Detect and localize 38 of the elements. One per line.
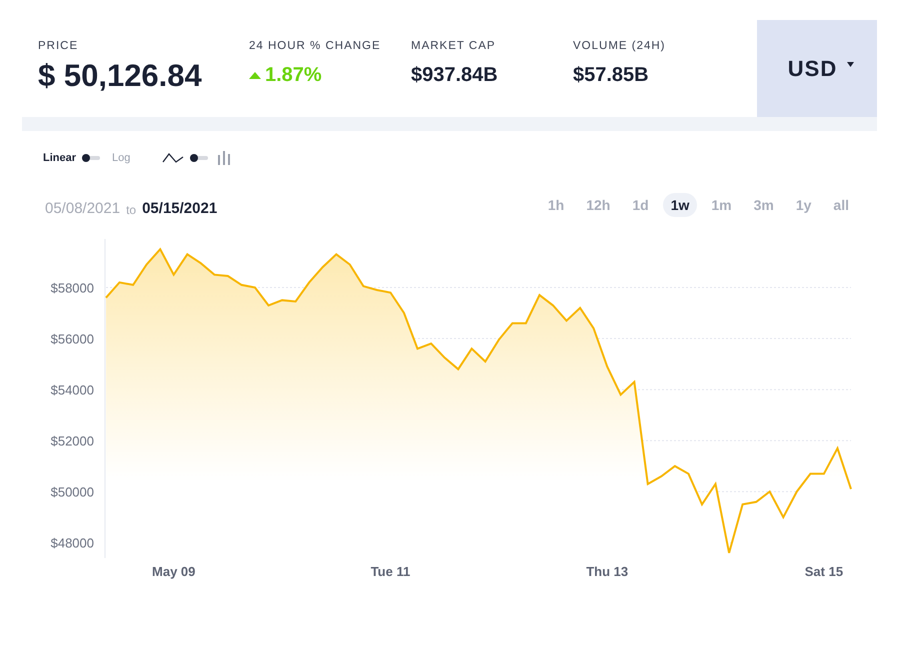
chart-type-toggle[interactable] bbox=[190, 156, 208, 160]
y-axis-label: $58000 bbox=[50, 280, 94, 296]
range-tab[interactable]: 1h bbox=[540, 193, 572, 217]
up-triangle-icon bbox=[249, 72, 261, 79]
y-axis-label: $54000 bbox=[50, 382, 94, 398]
y-axis-label: $52000 bbox=[50, 434, 94, 449]
x-axis-label: Tue 11 bbox=[370, 564, 410, 579]
end-date: 05/15/2021 bbox=[142, 200, 218, 217]
stat-value: 1.87% bbox=[249, 64, 395, 87]
bar-chart-icon[interactable] bbox=[218, 151, 230, 165]
range-tab[interactable]: 3m bbox=[746, 193, 782, 217]
x-axis-label: Thu 13 bbox=[586, 564, 628, 579]
caret-icon bbox=[847, 62, 854, 67]
start-date: 05/08/2021 bbox=[45, 200, 120, 217]
stat-value: $57.85B bbox=[573, 64, 650, 87]
currency-dropdown[interactable]: USD bbox=[757, 20, 877, 117]
range-tab[interactable]: 12h bbox=[578, 193, 618, 217]
linear-label: Linear bbox=[43, 152, 76, 164]
log-label: Log bbox=[112, 152, 130, 164]
stat-label: PRICE bbox=[38, 40, 80, 52]
stat-value: $ 50,126.84 bbox=[38, 58, 203, 94]
x-axis-label: Sat 15 bbox=[804, 564, 844, 579]
range-tab[interactable]: 1m bbox=[703, 193, 740, 217]
stat-label: MARKET CAP bbox=[411, 40, 497, 52]
range-tab[interactable]: 1d bbox=[624, 193, 657, 217]
line-chart-icon[interactable] bbox=[162, 153, 184, 163]
stat-label: VOLUME (24H) bbox=[573, 40, 667, 52]
range-tab[interactable]: 1y bbox=[788, 193, 820, 217]
stat-value: $937.84B bbox=[411, 64, 499, 87]
x-axis-label: May 09 bbox=[152, 564, 196, 579]
y-axis-label: $50000 bbox=[50, 484, 94, 500]
range-tab[interactable]: all bbox=[825, 193, 857, 217]
y-axis-label: $48000 bbox=[50, 536, 94, 551]
y-axis-label: $56000 bbox=[50, 332, 94, 347]
to-label: to bbox=[126, 203, 136, 217]
range-tab[interactable]: 1w bbox=[662, 193, 698, 217]
scale-toggle[interactable] bbox=[82, 156, 100, 160]
stat-label: 24 HOUR % CHANGE bbox=[249, 40, 382, 52]
